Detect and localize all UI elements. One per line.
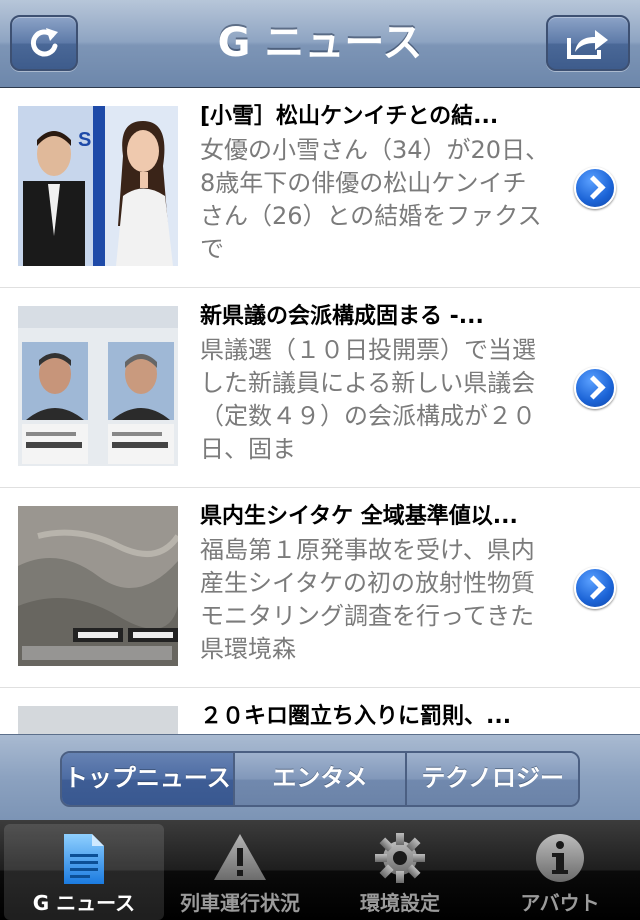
news-title: ２０キロ圏立ち入りに罰則、... [200,704,512,729]
tab-label: 環境設定 [360,891,440,915]
news-snippet: 女優の小雪さん（34）が20日、8歳年下の俳優の松山ケンイチさん（26）との結婚… [200,136,550,263]
page-title: G ニュース [217,20,423,66]
category-bar: トップニュース エンタメ テクノロジー [0,734,640,820]
tab-label: アバウト [520,891,600,915]
news-thumbnail [18,306,178,466]
svg-text:S: S [78,129,91,151]
news-title: 新県議の会派構成固まる -... [200,304,484,329]
disclosure-chevron-icon[interactable] [574,367,616,409]
news-row[interactable]: S [小雪］松山ケンイチとの結... 女優の小雪さん（34）が20日、8歳年下の… [0,88,640,288]
news-row[interactable]: 県内生シイタケ 全域基準値以... 福島第１原発事故を受け、県内産生シイタケの初… [0,488,640,688]
news-thumbnail [18,706,178,734]
news-snippet: 県議選（１０日投開票）で当選した新議員による新しい県議会（定数４９）の会派構成が… [200,336,536,463]
news-title: [小雪］松山ケンイチとの結... [200,104,499,129]
tab-label: G ニュース [32,891,136,915]
news-thumbnail: S [18,106,178,266]
news-title: 県内生シイタケ 全域基準値以... [200,504,518,529]
warning-icon [214,834,266,880]
news-thumbnail [18,506,178,666]
gear-icon [375,833,425,883]
segment-entertainment[interactable]: エンタメ [232,753,406,805]
tab-bar: G ニュース 列車運行状況 環境設定 アバウト [0,820,640,920]
news-row[interactable]: ２０キロ圏立ち入りに罰則、... [0,688,640,734]
nav-bar: G ニュース [0,0,640,88]
share-icon [567,30,608,59]
share-button[interactable] [546,15,630,71]
news-row[interactable]: 新県議の会派構成固まる -... 県議選（１０日投開票）で当選した新議員による新… [0,288,640,488]
news-list[interactable]: S [小雪］松山ケンイチとの結... 女優の小雪さん（34）が20日、8歳年下の… [0,88,640,734]
category-segmented-control[interactable]: トップニュース エンタメ テクノロジー [60,751,580,807]
segment-top-news[interactable]: トップニュース [62,753,233,805]
tab-settings[interactable]: 環境設定 [320,824,480,920]
document-icon [64,834,104,884]
tab-label: 列車運行状況 [180,891,300,915]
tab-train-status[interactable]: 列車運行状況 [160,824,320,920]
tab-about[interactable]: アバウト [480,824,640,920]
disclosure-chevron-icon[interactable] [574,567,616,609]
news-snippet: 福島第１原発事故を受け、県内産生シイタケの初の放射性物質モニタリング調査を行って… [200,536,536,663]
tab-g-news[interactable]: G ニュース [4,824,164,920]
disclosure-chevron-icon[interactable] [574,167,616,209]
info-icon [536,834,584,882]
segment-technology[interactable]: テクノロジー [405,753,578,805]
